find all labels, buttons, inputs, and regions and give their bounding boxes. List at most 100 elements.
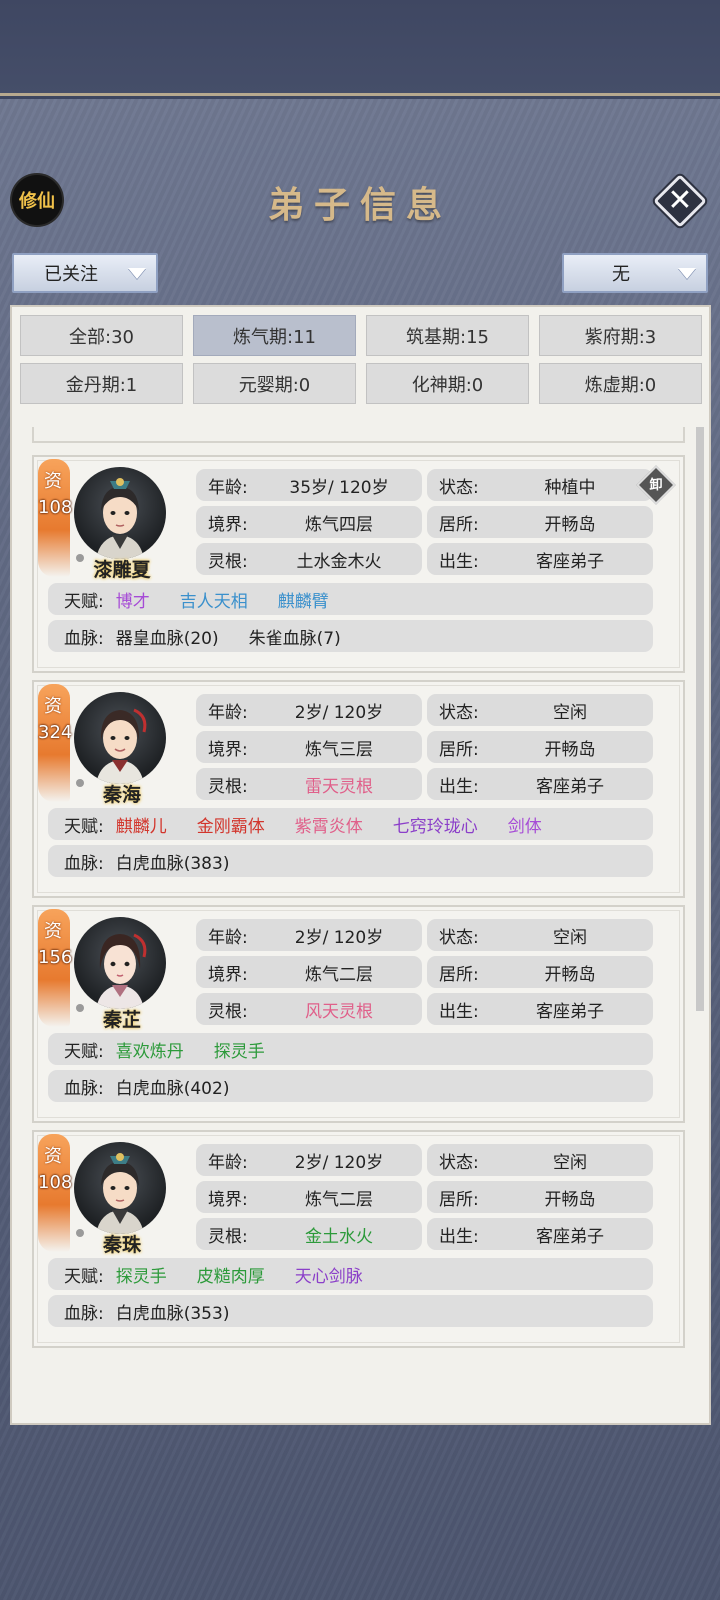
close-icon: ✕ [667, 183, 693, 218]
talent-item: 剑体 [507, 816, 542, 837]
tab-lianxu[interactable]: 炼虚期:0 [539, 363, 702, 404]
talent-item: 七窍玲珑心 [392, 816, 478, 837]
aptitude-label: 资 [44, 471, 62, 492]
disciple-list[interactable]: 资 108 漆雕夏 年龄: 35岁/ 120岁 境界: 炼气四层 灵根: 土水金… [12, 427, 709, 1355]
disciple-name: 漆雕夏 [93, 559, 151, 581]
root-label: 灵根: [208, 1001, 248, 1022]
aptitude-label: 资 [44, 921, 62, 942]
state-value: 空闲 [553, 702, 587, 723]
birth-field: 出生: 客座弟子 [427, 993, 653, 1025]
bloodline-row: 血脉: 器皇血脉(20) 朱雀血脉(7) [48, 620, 653, 652]
age-field: 年龄: 2岁/ 120岁 [196, 1144, 422, 1176]
avatar[interactable] [74, 1142, 166, 1234]
state-value: 空闲 [553, 927, 587, 948]
realm-field: 境界: 炼气二层 [196, 956, 422, 988]
birth-field: 出生: 客座弟子 [427, 768, 653, 800]
home-value: 开畅岛 [544, 514, 596, 535]
talent-row: 天赋: 探灵手 皮糙肉厚 天心剑脉 [48, 1258, 653, 1290]
aptitude-label: 资 [44, 696, 62, 717]
page-title: 弟子信息 [267, 184, 452, 226]
unload-badge-text: 卸 [649, 478, 663, 493]
close-button[interactable]: ✕ [652, 173, 708, 229]
realm-filter-tabs: 全部:30 炼气期:11 筑基期:15 紫府期:3 金丹期:1 元婴期:0 化神… [20, 315, 703, 404]
realm-value: 炼气三层 [305, 739, 373, 760]
talent-item: 紫霄炎体 [294, 816, 363, 837]
aptitude-value: 156 [38, 947, 73, 968]
tab-huashen[interactable]: 化神期:0 [366, 363, 529, 404]
realm-label: 境界: [208, 739, 248, 760]
birth-label: 出生: [439, 1226, 479, 1247]
root-value: 风天灵根 [305, 1001, 373, 1022]
talent-item: 麒麟臂 [277, 591, 329, 612]
state-label: 状态: [439, 477, 479, 498]
state-label: 状态: [439, 1152, 479, 1173]
tab-zifu[interactable]: 紫府期:3 [539, 315, 702, 356]
birth-value: 客座弟子 [536, 776, 604, 797]
tab-jindan[interactable]: 金丹期:1 [20, 363, 183, 404]
realm-field: 境界: 炼气二层 [196, 1181, 422, 1213]
talent-item: 博才 [115, 591, 150, 612]
birth-field: 出生: 客座弟子 [427, 1218, 653, 1250]
bloodline-item: 白虎血脉(353) [115, 1303, 230, 1324]
talent-item: 皮糙肉厚 [196, 1266, 265, 1287]
talent-item: 金刚霸体 [196, 816, 265, 837]
sort-filter-dropdown[interactable]: 无 [562, 253, 708, 293]
disciple-name: 秦海 [102, 784, 141, 806]
avatar[interactable] [74, 917, 166, 1009]
home-label: 居所: [439, 514, 479, 535]
root-value: 金土水火 [305, 1226, 373, 1247]
avatar[interactable] [74, 692, 166, 784]
realm-field: 境界: 炼气四层 [196, 506, 422, 538]
bloodline-item: 白虎血脉(402) [115, 1078, 230, 1099]
disciple-card[interactable]: 资 108 漆雕夏 年龄: 35岁/ 120岁 境界: 炼气四层 灵根: 土水金… [32, 455, 685, 673]
tab-yuanying[interactable]: 元婴期:0 [193, 363, 356, 404]
avatar[interactable] [74, 467, 166, 559]
scrollbar[interactable] [696, 427, 704, 1011]
root-value: 雷天灵根 [305, 776, 373, 797]
age-field: 年龄: 2岁/ 120岁 [196, 694, 422, 726]
age-value: 2岁/ 120岁 [294, 1152, 384, 1173]
age-label: 年龄: [208, 927, 248, 948]
root-label: 灵根: [208, 551, 248, 572]
tab-all[interactable]: 全部:30 [20, 315, 183, 356]
tab-zhuji[interactable]: 筑基期:15 [366, 315, 529, 356]
state-value: 空闲 [553, 1152, 587, 1173]
talent-row: 天赋: 麒麟儿 金刚霸体 紫霄炎体 七窍玲珑心 剑体 [48, 808, 653, 840]
birth-value: 客座弟子 [536, 551, 604, 572]
state-field: 状态: 空闲 [427, 919, 653, 951]
realm-label: 境界: [208, 514, 248, 535]
disciple-card[interactable]: 资 108 秦珠 年龄: 2岁/ 120岁 境界: 炼气二层 灵根: 金土水火 … [32, 1130, 685, 1348]
root-field: 灵根: 风天灵根 [196, 993, 422, 1025]
talent-row: 天赋: 喜欢炼丹 探灵手 [48, 1033, 653, 1065]
tab-lianqi[interactable]: 炼气期:11 [193, 315, 356, 356]
birth-label: 出生: [439, 1001, 479, 1022]
state-value: 种植中 [544, 477, 596, 498]
bloodline-label: 血脉: [64, 853, 104, 874]
disciple-card[interactable]: 资 324 秦海 年龄: 2岁/ 120岁 境界: 炼气三层 灵根: 雷天灵根 [32, 680, 685, 898]
aptitude-value: 324 [38, 722, 73, 743]
disciple-card[interactable]: 资 156 秦芷 年龄: 2岁/ 120岁 境界: 炼气二层 灵根: 风天灵根 [32, 905, 685, 1123]
age-value: 2岁/ 120岁 [294, 927, 384, 948]
follow-filter-dropdown[interactable]: 已关注 [12, 253, 158, 293]
disciple-name: 秦芷 [102, 1009, 141, 1031]
aptitude-label: 资 [44, 1146, 62, 1167]
bloodline-label: 血脉: [64, 1078, 104, 1099]
talent-item: 天心剑脉 [294, 1266, 363, 1287]
root-label: 灵根: [208, 776, 248, 797]
follow-filter-value: 已关注 [44, 264, 98, 285]
home-label: 居所: [439, 964, 479, 985]
male-portrait-icon [96, 1153, 144, 1234]
male-portrait-icon [96, 708, 147, 784]
root-field: 灵根: 金土水火 [196, 1218, 422, 1250]
talent-label: 天赋: [64, 1041, 104, 1062]
realm-label: 境界: [208, 964, 248, 985]
home-value: 开畅岛 [544, 1189, 596, 1210]
bloodline-label: 血脉: [64, 1303, 104, 1324]
home-field: 居所: 开畅岛 [427, 506, 653, 538]
age-field: 年龄: 35岁/ 120岁 [196, 469, 422, 501]
birth-value: 客座弟子 [536, 1226, 604, 1247]
disciple-panel: 全部:30 炼气期:11 筑基期:15 紫府期:3 金丹期:1 元婴期:0 化神… [10, 305, 711, 1425]
root-value: 土水金木火 [296, 551, 382, 572]
state-label: 状态: [439, 927, 479, 948]
chevron-down-icon [128, 267, 146, 279]
